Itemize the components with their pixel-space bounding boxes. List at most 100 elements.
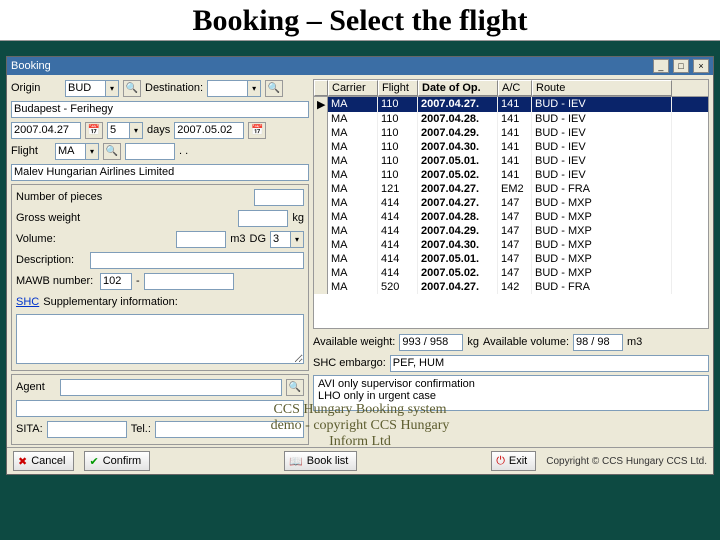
volume-label: Volume: — [16, 233, 172, 245]
table-row[interactable]: MA4142007.05.01.147BUD - MXP — [314, 252, 708, 266]
table-row[interactable]: MA5202007.04.27.142BUD - FRA — [314, 280, 708, 294]
avail-volume-field — [573, 334, 623, 351]
window-title: Booking — [11, 60, 51, 72]
agent-panel: Agent 🔍 SITA: Tel.: — [11, 374, 309, 445]
destination-label: Destination: — [145, 82, 203, 94]
book-list-button[interactable]: 📖Book list — [284, 451, 357, 471]
table-row[interactable]: MA1102007.05.01.141BUD - IEV — [314, 154, 708, 168]
window-controls: _ □ × — [652, 59, 709, 73]
col-carrier[interactable]: Carrier — [328, 80, 378, 96]
date-to-input[interactable] — [174, 122, 244, 139]
avail-weight-field — [399, 334, 463, 351]
kg-label: kg — [292, 212, 304, 224]
confirm-icon: ✔ — [89, 455, 98, 468]
origin-lookup-icon[interactable]: 🔍 — [123, 80, 141, 97]
book-list-icon: 📖 — [289, 455, 303, 468]
table-row[interactable]: MA1102007.04.28.141BUD - IEV — [314, 112, 708, 126]
copyright-text: Copyright © CCS Hungary CCS Ltd. — [546, 456, 707, 467]
table-row[interactable]: ▶MA1102007.04.27.141BUD - IEV — [314, 97, 708, 112]
mawb-label: MAWB number: — [16, 275, 96, 287]
flight-table[interactable]: Carrier Flight Date of Op. A/C Route ▶MA… — [313, 79, 709, 329]
chevron-down-icon[interactable]: ▾ — [85, 143, 99, 160]
footer-bar: ✖Cancel ✔Confirm 📖Book list ⏻Exit Copyri… — [7, 447, 713, 474]
mawb-serial-input[interactable] — [144, 273, 234, 290]
origin-combo[interactable]: ▾ — [65, 80, 119, 97]
minimize-button[interactable]: _ — [653, 59, 669, 73]
dg-input[interactable] — [270, 231, 290, 248]
origin-full-field[interactable] — [11, 101, 309, 118]
destination-input[interactable] — [207, 80, 247, 97]
shc-embargo-field — [390, 355, 709, 372]
description-label: Description: — [16, 254, 86, 266]
shc-link[interactable]: SHC — [16, 296, 39, 308]
window-titlebar[interactable]: Booking _ □ × — [7, 57, 713, 75]
calendar-icon[interactable]: 📅 — [85, 122, 103, 139]
table-row[interactable]: MA4142007.05.02.147BUD - MXP — [314, 266, 708, 280]
agent-input[interactable] — [60, 379, 282, 396]
gross-weight-label: Gross weight — [16, 212, 234, 224]
dg-label: DG — [250, 233, 267, 245]
chevron-down-icon[interactable]: ▾ — [129, 122, 143, 139]
chevron-down-icon[interactable]: ▾ — [290, 231, 304, 248]
days-label: days — [147, 124, 170, 136]
shc-embargo-label: SHC embargo: — [313, 357, 386, 369]
avail-volume-label: Available volume: — [483, 336, 569, 348]
volume-input[interactable] — [176, 231, 226, 248]
cancel-button[interactable]: ✖Cancel — [13, 451, 74, 471]
table-row[interactable]: MA1102007.04.30.141BUD - IEV — [314, 140, 708, 154]
days-input[interactable] — [107, 122, 129, 139]
close-button[interactable]: × — [693, 59, 709, 73]
flight-lookup-icon[interactable]: 🔍 — [103, 143, 121, 160]
confirm-button[interactable]: ✔Confirm — [84, 451, 150, 471]
supp-textarea[interactable] — [16, 314, 304, 364]
table-row[interactable]: MA4142007.04.27.147BUD - MXP — [314, 196, 708, 210]
mawb-prefix-input[interactable] — [100, 273, 132, 290]
agent-label: Agent — [16, 381, 56, 393]
date-from-input[interactable] — [11, 122, 81, 139]
chevron-down-icon[interactable]: ▾ — [247, 80, 261, 97]
exit-icon: ⏻ — [496, 455, 505, 468]
carrier-full-field[interactable] — [11, 164, 309, 181]
origin-label: Origin — [11, 82, 61, 94]
avail-weight-label: Available weight: — [313, 336, 395, 348]
maximize-button[interactable]: □ — [673, 59, 689, 73]
table-row[interactable]: MA1212007.04.27.EM2BUD - FRA — [314, 182, 708, 196]
table-row[interactable]: MA4142007.04.29.147BUD - MXP — [314, 224, 708, 238]
destination-lookup-icon[interactable]: 🔍 — [265, 80, 283, 97]
flight-sep: . . — [179, 145, 188, 157]
exit-button[interactable]: ⏻Exit — [491, 451, 536, 471]
tel-input[interactable] — [155, 421, 304, 438]
pieces-input[interactable] — [254, 189, 304, 206]
gross-weight-input[interactable] — [238, 210, 288, 227]
agent-lookup-icon[interactable]: 🔍 — [286, 379, 304, 396]
col-ac[interactable]: A/C — [498, 80, 532, 96]
sita-label: SITA: — [16, 423, 43, 435]
description-input[interactable] — [90, 252, 304, 269]
restriction-note: AVI only supervisor confirmationLHO only… — [313, 375, 709, 411]
cargo-panel: Number of pieces Gross weightkg Volume: … — [11, 184, 309, 371]
col-route[interactable]: Route — [532, 80, 672, 96]
table-row[interactable]: MA1102007.04.29.141BUD - IEV — [314, 126, 708, 140]
chevron-down-icon[interactable]: ▾ — [105, 80, 119, 97]
carrier-input[interactable] — [55, 143, 85, 160]
col-flight[interactable]: Flight — [378, 80, 418, 96]
table-row[interactable]: MA4142007.04.30.147BUD - MXP — [314, 238, 708, 252]
col-date[interactable]: Date of Op. — [418, 80, 498, 96]
sita-input[interactable] — [47, 421, 127, 438]
calendar-icon[interactable]: 📅 — [248, 122, 266, 139]
flight-no-input[interactable] — [125, 143, 175, 160]
carrier-combo[interactable]: ▾ — [55, 143, 99, 160]
tel-label: Tel.: — [131, 423, 151, 435]
table-row[interactable]: MA4142007.04.28.147BUD - MXP — [314, 210, 708, 224]
avail-weight-unit: kg — [467, 336, 479, 348]
destination-combo[interactable]: ▾ — [207, 80, 261, 97]
supp-label: Supplementary information: — [43, 296, 178, 308]
table-row[interactable]: MA1102007.05.02.141BUD - IEV — [314, 168, 708, 182]
agent-full-input[interactable] — [16, 400, 304, 417]
flight-label: Flight — [11, 145, 51, 157]
days-combo[interactable]: ▾ — [107, 122, 143, 139]
origin-input[interactable] — [65, 80, 105, 97]
cancel-icon: ✖ — [18, 455, 27, 468]
table-header: Carrier Flight Date of Op. A/C Route — [314, 80, 708, 97]
dg-combo[interactable]: ▾ — [270, 231, 304, 248]
